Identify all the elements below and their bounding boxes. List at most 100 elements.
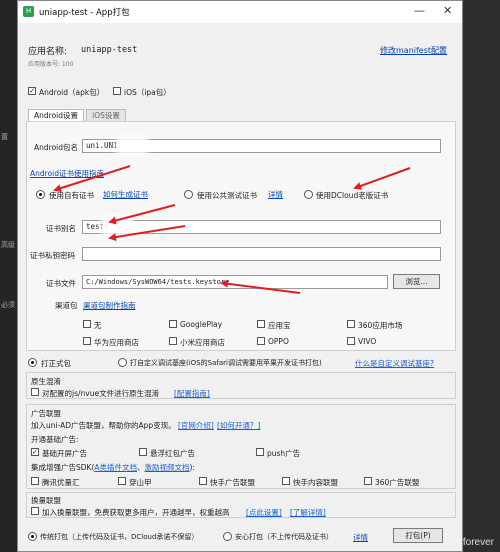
sdk-ad-item: 360广告联盟 [375,478,420,487]
channel-guide-link[interactable]: 渠道包制作指南 [83,300,136,311]
swap-union-checkbox[interactable] [31,507,39,515]
traditional-pack-radio[interactable] [28,532,37,541]
cert-guide-link[interactable]: Android证书使用指南 [30,168,104,179]
basic-ad-checkbox[interactable] [256,448,264,456]
native-mix-guide-link[interactable]: [配置指南] [174,388,210,399]
bg-text: 置 [1,133,8,141]
sdk-ad-item: 快手内容联盟 [293,478,338,487]
sdk-prefix: 集成增强广告SDK( [31,463,95,472]
ad-howto-link[interactable]: [如何开通？] [217,420,260,431]
sdk-ad-label: 集成增强广告SDK(A类插件文档、激励视频文档): [31,462,195,473]
app-name-value: uniapp-test [81,45,138,55]
background-right-panel [460,0,500,552]
app-name-label: 应用名称: [28,47,68,57]
channel-checkbox[interactable] [257,320,265,328]
basic-ad-checkbox[interactable]: ✓ [31,448,39,456]
basic-ad-item: 基础开屏广告 [42,449,87,458]
native-mix-option: 对配置的js/nvue文件进行原生混淆 [42,389,160,398]
swap-detail-link[interactable]: [了解详情] [290,507,326,518]
basic-ad-item: 悬浮红包广告 [150,449,195,458]
sdk-suffix: ): [189,463,195,472]
ad-union-desc: 加入uni-AD广告联盟，帮助你的App变现。 [31,421,176,430]
modify-manifest-link[interactable]: 修改manifest配置 [380,45,447,56]
channel-label-item: OPPO [268,337,289,346]
alias-input[interactable]: tests [82,220,441,234]
channel-label-item: VIVO [358,337,377,346]
sdk-ad-item: 腾讯优量汇 [42,478,80,487]
minimize-button[interactable]: — [414,4,425,17]
sdk-ad-item: 快手广告联盟 [210,478,255,487]
dcloud-cert-radio[interactable] [304,190,313,199]
native-mix-title: 原生混淆 [31,377,61,386]
custom-base-radio[interactable] [118,358,127,367]
close-button[interactable]: ✕ [443,4,452,17]
channel-label: 渠道包 [55,301,78,310]
basic-ad-checkbox[interactable] [139,448,147,456]
sdk-ad-checkbox[interactable] [199,477,207,485]
channel-label-item: 应用宝 [268,321,291,330]
formal-package-radio[interactable] [28,358,37,367]
channel-checkbox[interactable] [169,320,177,328]
formal-package-label: 打正式包 [41,359,71,368]
redaction-blur [121,140,143,150]
safe-pack-radio[interactable] [223,532,232,541]
browse-button[interactable]: 浏览... [393,274,440,289]
app-version: 应用版本号: 100 [28,61,74,68]
redaction-blur [106,221,128,231]
channel-checkbox[interactable] [169,337,177,345]
package-name-label: Android包名 [34,143,78,152]
app-pack-dialog: H uniapp-test - App打包 — ✕ 应用名称: uniapp-t… [17,0,463,552]
ad-intro-link[interactable]: [官网介绍] [178,420,214,431]
ad-union-title: 广告联盟 [31,409,61,418]
traditional-pack-label: 传统打包（上传代码及证书，DCloud承诺不保留） [40,533,199,541]
alias-label: 证书别名 [46,224,76,233]
ios-checkbox[interactable] [113,87,121,95]
public-cert-detail-link[interactable]: 详情 [268,189,283,200]
password-input[interactable] [82,247,441,261]
channel-checkbox[interactable] [347,337,355,345]
sdk-ad-checkbox[interactable] [118,477,126,485]
window-title: uniapp-test - App打包 [39,8,130,18]
sdk-ad-checkbox[interactable] [31,477,39,485]
cert-file-input[interactable]: C:/Windows/SysWOW64/tests.keystore [82,275,388,289]
sdk-ad-item: 穿山甲 [129,478,152,487]
sdk-separator: 、 [137,463,145,472]
safe-pack-detail-link[interactable]: 详情 [353,532,368,543]
ios-checkbox-label: iOS（ipa包） [124,88,171,97]
password-label: 证书私钥密码 [30,251,75,260]
channel-label-item: GooglePlay [180,320,223,329]
pack-button[interactable]: 打包(P) [393,528,443,543]
channel-checkbox[interactable] [257,337,265,345]
channel-label-item: 华为应用商店 [94,338,139,347]
swap-setup-link[interactable]: [点此设置] [246,507,282,518]
custom-base-label: 打自定义调试基座(iOS的Safari调试需要用苹果开发证书打包) [130,359,322,367]
how-to-generate-link[interactable]: 如何生成证书 [103,189,148,200]
channel-checkbox[interactable] [83,337,91,345]
android-settings-panel [26,121,456,351]
basic-ad-item: push广告 [267,449,301,458]
own-cert-label: 使用自有证书 [49,191,94,200]
watermark: forever [462,537,494,548]
basic-ad-label: 开通基础广告: [31,435,79,444]
own-cert-radio[interactable] [36,190,45,199]
hbuilder-logo-icon: H [23,6,34,17]
swap-union-desc: 加入换量联盟，免费获取更多用户，开通越早，权重越高 [42,508,230,517]
channel-label-item: 360应用市场 [358,321,403,330]
native-mix-checkbox[interactable] [31,388,39,396]
sdk-ad-checkbox[interactable] [282,477,290,485]
public-cert-label: 使用公共测试证书 [197,191,257,200]
bg-text: 高级 [1,241,15,249]
bg-text: 必须 [1,301,15,309]
sdk-ad-checkbox[interactable] [364,477,372,485]
channel-checkbox[interactable] [83,320,91,328]
channel-checkbox[interactable] [347,320,355,328]
sdk-video-doc-link[interactable]: 激励视频文档 [145,463,190,472]
dcloud-cert-label: 使用DCloud老版证书 [316,191,389,200]
swap-union-title: 换量联盟 [31,496,61,505]
public-cert-radio[interactable] [184,190,193,199]
custom-base-link[interactable]: 什么是自定义调试基座? [355,358,434,369]
android-checkbox-label: Android（apk包） [39,88,105,97]
android-checkbox[interactable]: ✓ [28,87,36,95]
sdk-plugin-doc-link[interactable]: A类插件文档 [94,463,137,472]
channel-label-item: 无 [94,321,102,330]
